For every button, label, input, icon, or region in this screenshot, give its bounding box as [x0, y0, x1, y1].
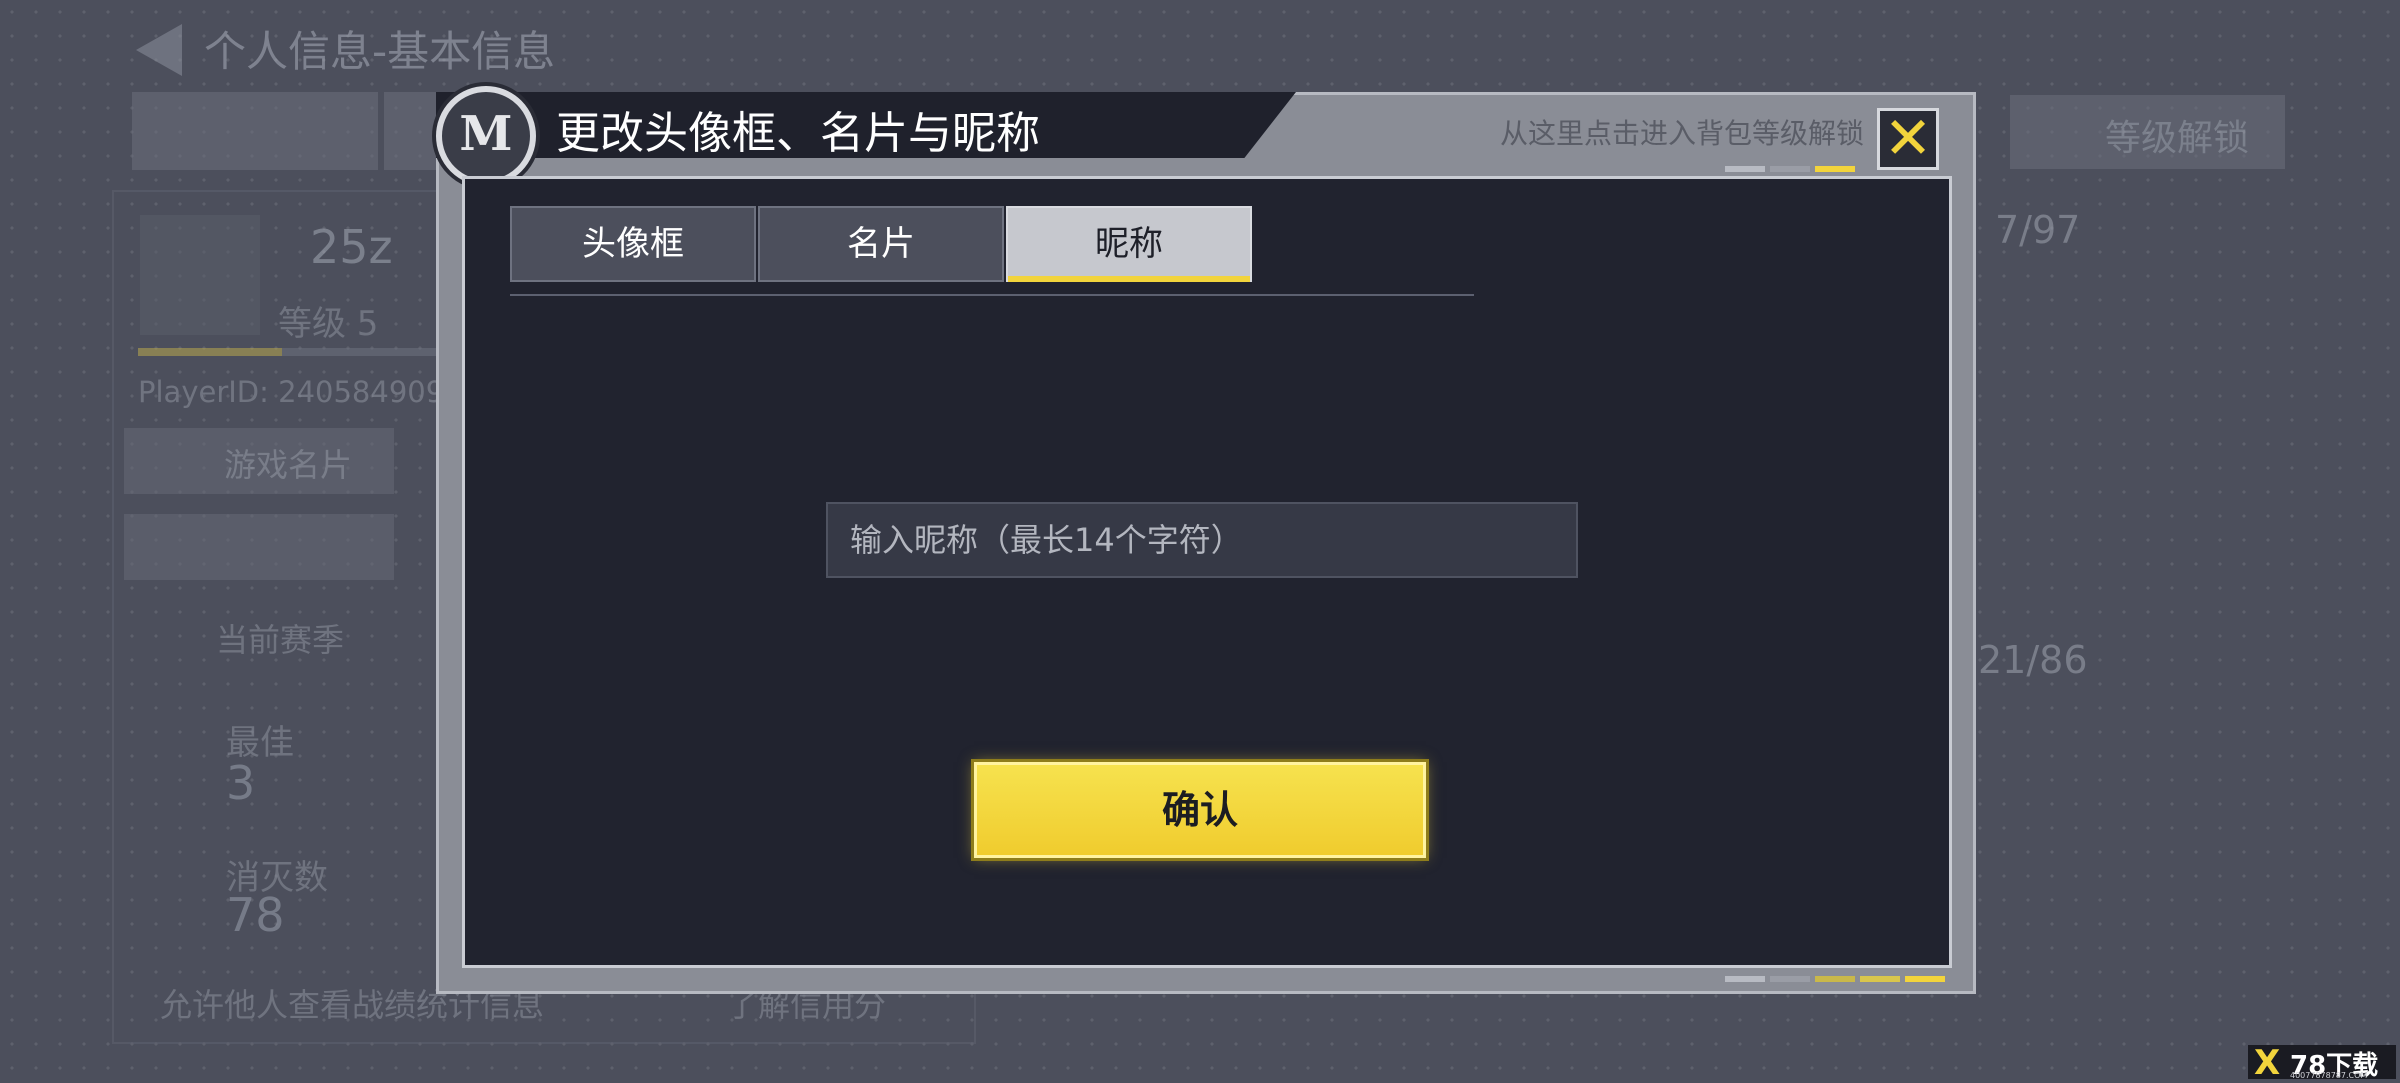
stat-kills-value: 78	[226, 888, 285, 942]
tab-nickname[interactable]: 昵称	[1006, 206, 1252, 282]
deco-bar	[1860, 976, 1900, 982]
tab-name-card[interactable]: 名片	[758, 206, 1004, 282]
top-tab-button[interactable]	[132, 92, 378, 170]
count-1: 7/97	[1995, 208, 2081, 252]
season-label: 当前赛季	[216, 621, 345, 659]
deco-bar	[1725, 166, 1765, 172]
xp-progress-bar	[138, 348, 458, 356]
logo-m-icon: M	[436, 86, 536, 186]
deco-bar	[1815, 976, 1855, 982]
deco-bar	[1770, 976, 1810, 982]
deco-bar	[1815, 166, 1855, 172]
watermark-url: 40077878787.COM	[2290, 1071, 2368, 1080]
stat-best-value: 3	[226, 756, 256, 810]
watermark-mark: X	[2254, 1043, 2281, 1083]
game-card-label: 游戏名片	[224, 446, 353, 484]
count-2: 21/86	[1978, 638, 2088, 682]
avatar[interactable]	[140, 215, 260, 335]
watermark-logo: X 78下载 40077878787.COM	[2248, 1043, 2396, 1083]
top-tab-button-2[interactable]	[384, 92, 444, 170]
modal-hint-text: 从这里点击进入背包等级解锁	[1500, 117, 1865, 150]
deco-bar	[1905, 976, 1945, 982]
level-unlock-label: 等级解锁	[2105, 118, 2250, 159]
side-button-2[interactable]	[124, 514, 394, 580]
tab-divider	[510, 294, 1474, 296]
deco-bar	[1770, 166, 1810, 172]
game-card-button[interactable]: 游戏名片	[124, 428, 394, 494]
back-arrow-icon[interactable]	[136, 24, 182, 76]
modal-title: 更改头像框、名片与昵称	[556, 108, 1040, 159]
nickname-input[interactable]	[826, 502, 1578, 578]
player-name: 25z	[310, 220, 393, 274]
tab-avatar-frame[interactable]: 头像框	[510, 206, 756, 282]
deco-bar	[1725, 976, 1765, 982]
level-unlock-button[interactable]: 等级解锁	[2010, 95, 2285, 169]
xp-progress-fill	[138, 348, 282, 356]
page-title: 个人信息-基本信息	[204, 27, 556, 76]
player-level: 等级 5	[278, 304, 379, 344]
confirm-button[interactable]: 确认	[974, 762, 1426, 858]
close-icon[interactable]: ✕	[1877, 108, 1939, 170]
